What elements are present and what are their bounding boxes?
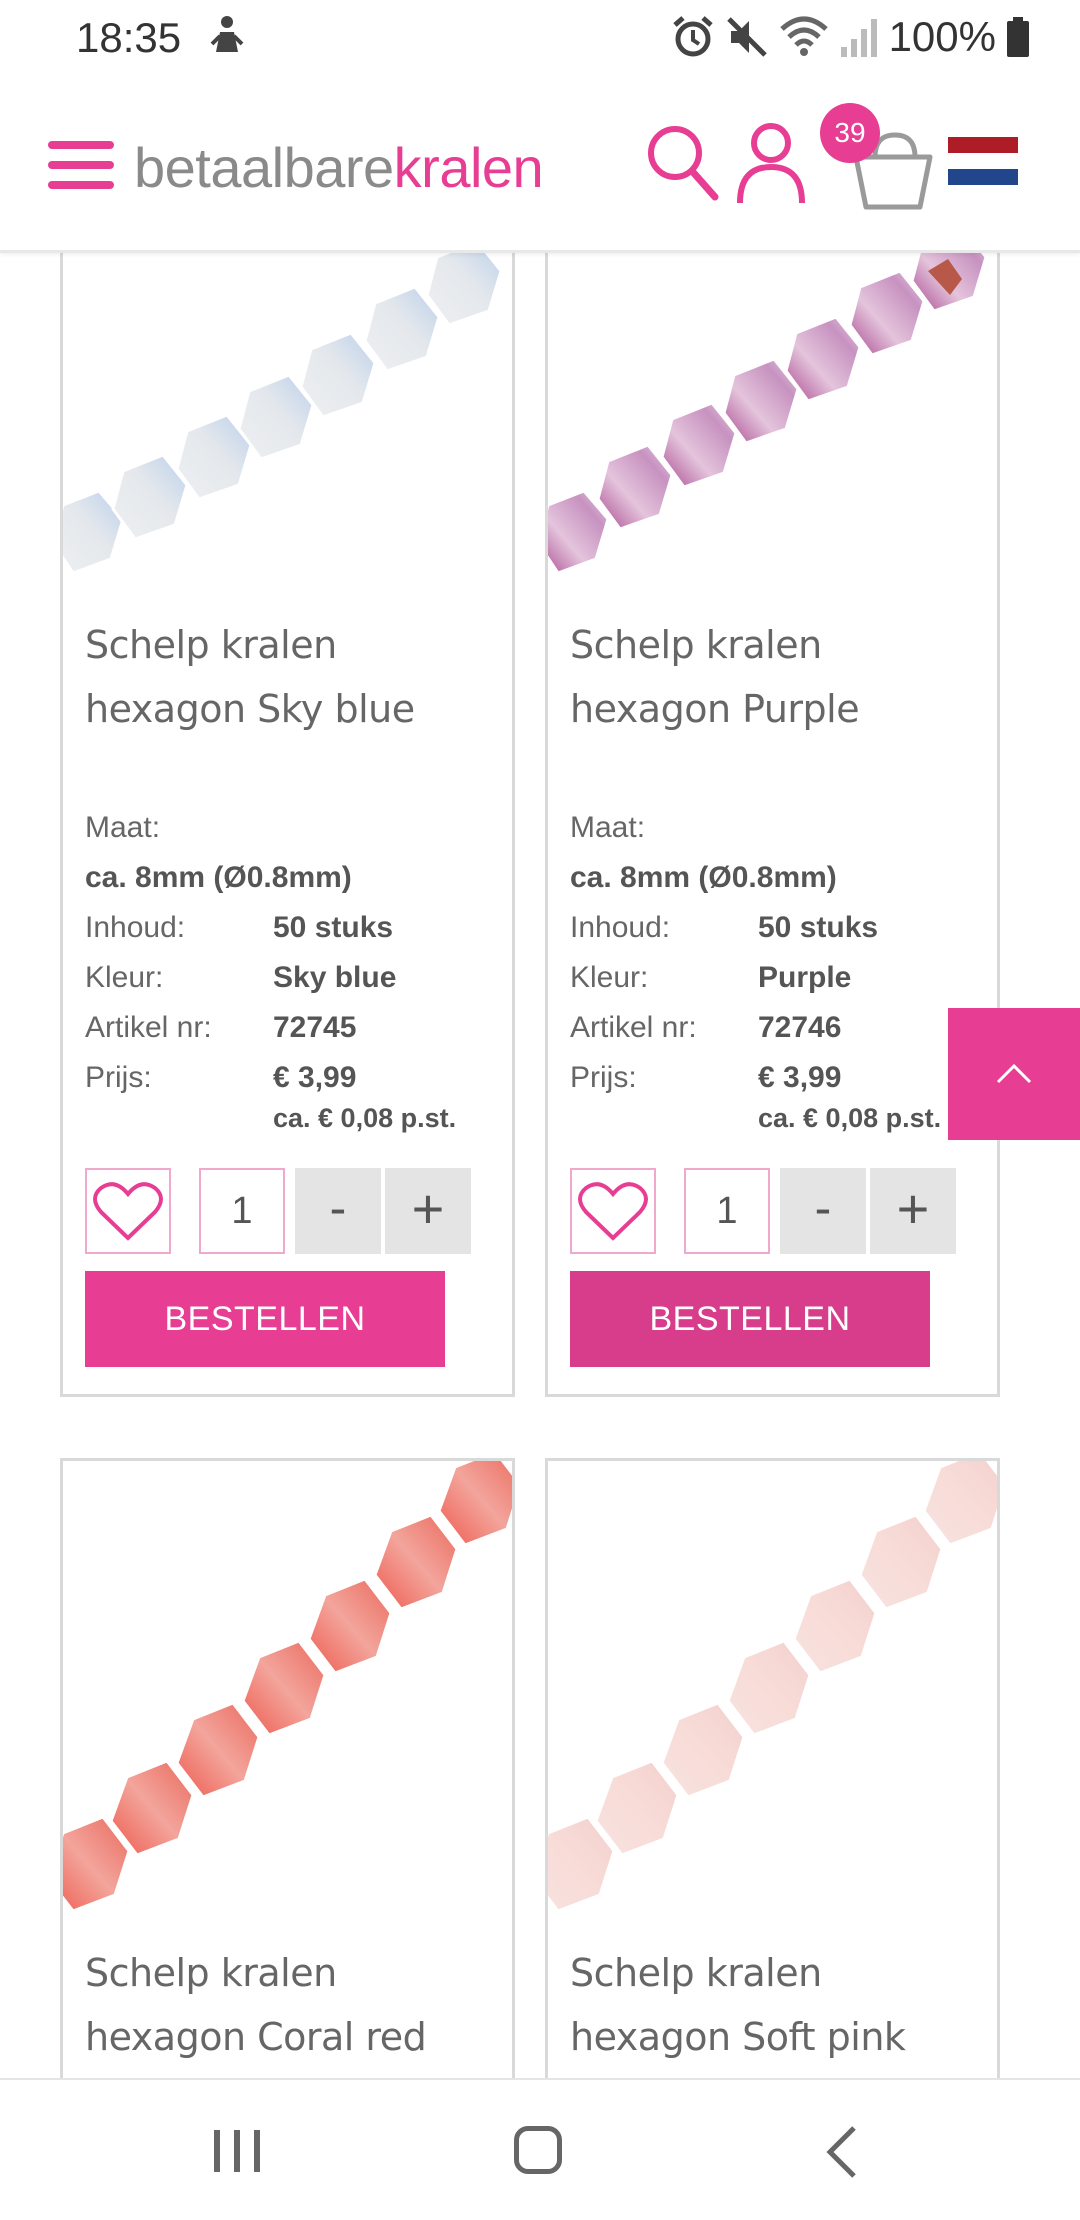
home-icon[interactable] xyxy=(514,2126,562,2174)
product-card: Schelp kralen hexagon Sky blue Maat: ca.… xyxy=(60,240,515,1397)
product-image[interactable] xyxy=(63,1461,512,1911)
article-value: 72745 xyxy=(273,1011,357,1044)
site-logo[interactable]: betaalbarekralen xyxy=(134,135,544,200)
favorite-button[interactable] xyxy=(570,1168,656,1254)
battery-icon xyxy=(1007,17,1029,57)
product-title-line-1: Schelp kralen xyxy=(85,623,337,667)
product-title[interactable]: Schelp kralen hexagon Coral red xyxy=(85,1941,427,2069)
size-label: Maat: xyxy=(85,811,161,844)
product-image[interactable] xyxy=(63,243,512,580)
favorite-button[interactable] xyxy=(85,1168,171,1254)
decrease-quantity-button[interactable]: - xyxy=(780,1168,866,1254)
cart-count-badge: 39 xyxy=(820,103,880,163)
price-label: Prijs: xyxy=(85,1061,152,1094)
product-title-line-2: hexagon Purple xyxy=(570,687,860,731)
status-time: 18:35 xyxy=(76,14,182,61)
content-label: Inhoud: xyxy=(570,911,671,944)
product-title-line-2: hexagon Soft pink xyxy=(570,2015,906,2059)
system-navigation-bar xyxy=(0,2078,1080,2220)
back-icon[interactable] xyxy=(822,2124,862,2180)
size-label: Maat: xyxy=(570,811,646,844)
article-label: Artikel nr: xyxy=(85,1011,212,1044)
unit-price-value: ca. € 0,08 p.st. xyxy=(758,1103,942,1133)
size-value: ca. 8mm (Ø0.8mm) xyxy=(85,861,352,894)
product-title[interactable]: Schelp kralen hexagon Purple xyxy=(570,613,860,741)
logo-part-1: betaalbare xyxy=(134,136,394,199)
product-title-line-1: Schelp kralen xyxy=(570,1951,822,1995)
signal-icon xyxy=(840,19,877,57)
product-title-line-1: Schelp kralen xyxy=(85,1951,337,1995)
status-bar: 18:35 100% xyxy=(0,0,1080,75)
product-card: Schelp kralen hexagon Purple Maat: ca. 8… xyxy=(545,240,1000,1397)
color-label: Kleur: xyxy=(570,961,649,994)
unit-price-value: ca. € 0,08 p.st. xyxy=(273,1103,457,1133)
scroll-to-top-button[interactable] xyxy=(948,1008,1080,1140)
article-label: Artikel nr: xyxy=(570,1011,697,1044)
size-value: ca. 8mm (Ø0.8mm) xyxy=(570,861,837,894)
site-header: betaalbarekralen 39 xyxy=(0,75,1080,253)
product-title-line-2: hexagon Sky blue xyxy=(85,687,415,731)
color-value: Sky blue xyxy=(273,961,397,994)
logo-part-2: kralen xyxy=(393,136,544,199)
product-image[interactable] xyxy=(548,1461,997,1911)
status-icons: 100% xyxy=(671,12,1030,62)
battery-percentage: 100% xyxy=(888,13,996,60)
color-label: Kleur: xyxy=(85,961,164,994)
product-title[interactable]: Schelp kralen hexagon Sky blue xyxy=(85,613,415,741)
price-label: Prijs: xyxy=(570,1061,637,1094)
price-value: € 3,99 xyxy=(273,1061,357,1094)
product-card: Schelp kralen hexagon Soft pink xyxy=(545,1458,1000,2158)
product-title-line-1: Schelp kralen xyxy=(570,623,822,667)
product-card: Schelp kralen hexagon Coral red xyxy=(60,1458,515,2158)
chevron-up-icon xyxy=(996,1063,1032,1084)
alarm-icon xyxy=(672,16,713,57)
quantity-input[interactable]: 1 xyxy=(199,1168,285,1254)
language-flag-nl-icon[interactable] xyxy=(948,137,1018,185)
decrease-quantity-button[interactable]: - xyxy=(295,1168,381,1254)
product-title[interactable]: Schelp kralen hexagon Soft pink xyxy=(570,1941,906,2069)
content-value: 50 stuks xyxy=(758,911,879,944)
search-icon[interactable] xyxy=(645,123,720,203)
heart-icon xyxy=(93,1182,163,1241)
order-button[interactable]: BESTELLEN xyxy=(85,1271,445,1367)
product-title-line-2: hexagon Coral red xyxy=(85,2015,427,2059)
content-label: Inhoud: xyxy=(85,911,186,944)
recent-apps-icon[interactable] xyxy=(212,2130,262,2172)
increase-quantity-button[interactable]: + xyxy=(870,1168,956,1254)
heart-icon xyxy=(578,1182,648,1241)
content-value: 50 stuks xyxy=(273,911,394,944)
article-value: 72746 xyxy=(758,1011,842,1044)
order-button[interactable]: BESTELLEN xyxy=(570,1271,930,1367)
quantity-input[interactable]: 1 xyxy=(684,1168,770,1254)
price-value: € 3,99 xyxy=(758,1061,842,1094)
color-value: Purple xyxy=(758,961,852,994)
menu-button[interactable] xyxy=(48,141,114,191)
mute-icon xyxy=(726,17,767,57)
person-notification-icon xyxy=(210,16,244,52)
account-icon[interactable] xyxy=(735,121,807,205)
product-image[interactable] xyxy=(548,243,997,580)
increase-quantity-button[interactable]: + xyxy=(385,1168,471,1254)
wifi-icon xyxy=(779,16,828,56)
